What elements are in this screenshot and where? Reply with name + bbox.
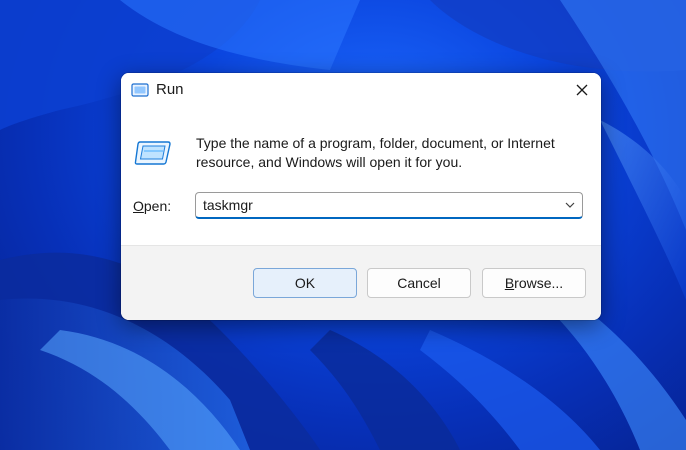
close-button[interactable]	[563, 73, 601, 107]
dialog-title: Run	[156, 81, 184, 98]
open-label-accelerator: O	[133, 198, 144, 214]
run-dialog: Run Type the name of a program, folder, …	[121, 73, 601, 320]
open-input[interactable]: taskmgr	[203, 197, 253, 213]
run-icon	[134, 140, 172, 166]
title-bar: Run	[121, 73, 601, 107]
desktop-wallpaper: Run Type the name of a program, folder, …	[0, 0, 686, 450]
open-label: Open:	[133, 198, 171, 214]
chevron-down-icon	[565, 202, 575, 208]
button-bar: OK Cancel Browse...	[121, 245, 601, 320]
open-label-text: pen:	[143, 198, 172, 214]
browse-label: rowse...	[514, 275, 564, 291]
run-icon	[131, 83, 149, 97]
close-icon	[576, 84, 588, 96]
browse-button[interactable]: Browse...	[482, 268, 586, 298]
cancel-button[interactable]: Cancel	[367, 268, 471, 298]
instructions-text: Type the name of a program, folder, docu…	[196, 135, 555, 170]
ok-button[interactable]: OK	[253, 268, 357, 298]
browse-accelerator: B	[504, 275, 515, 291]
dropdown-button[interactable]	[562, 197, 578, 213]
open-combobox[interactable]: taskmgr	[195, 192, 583, 219]
